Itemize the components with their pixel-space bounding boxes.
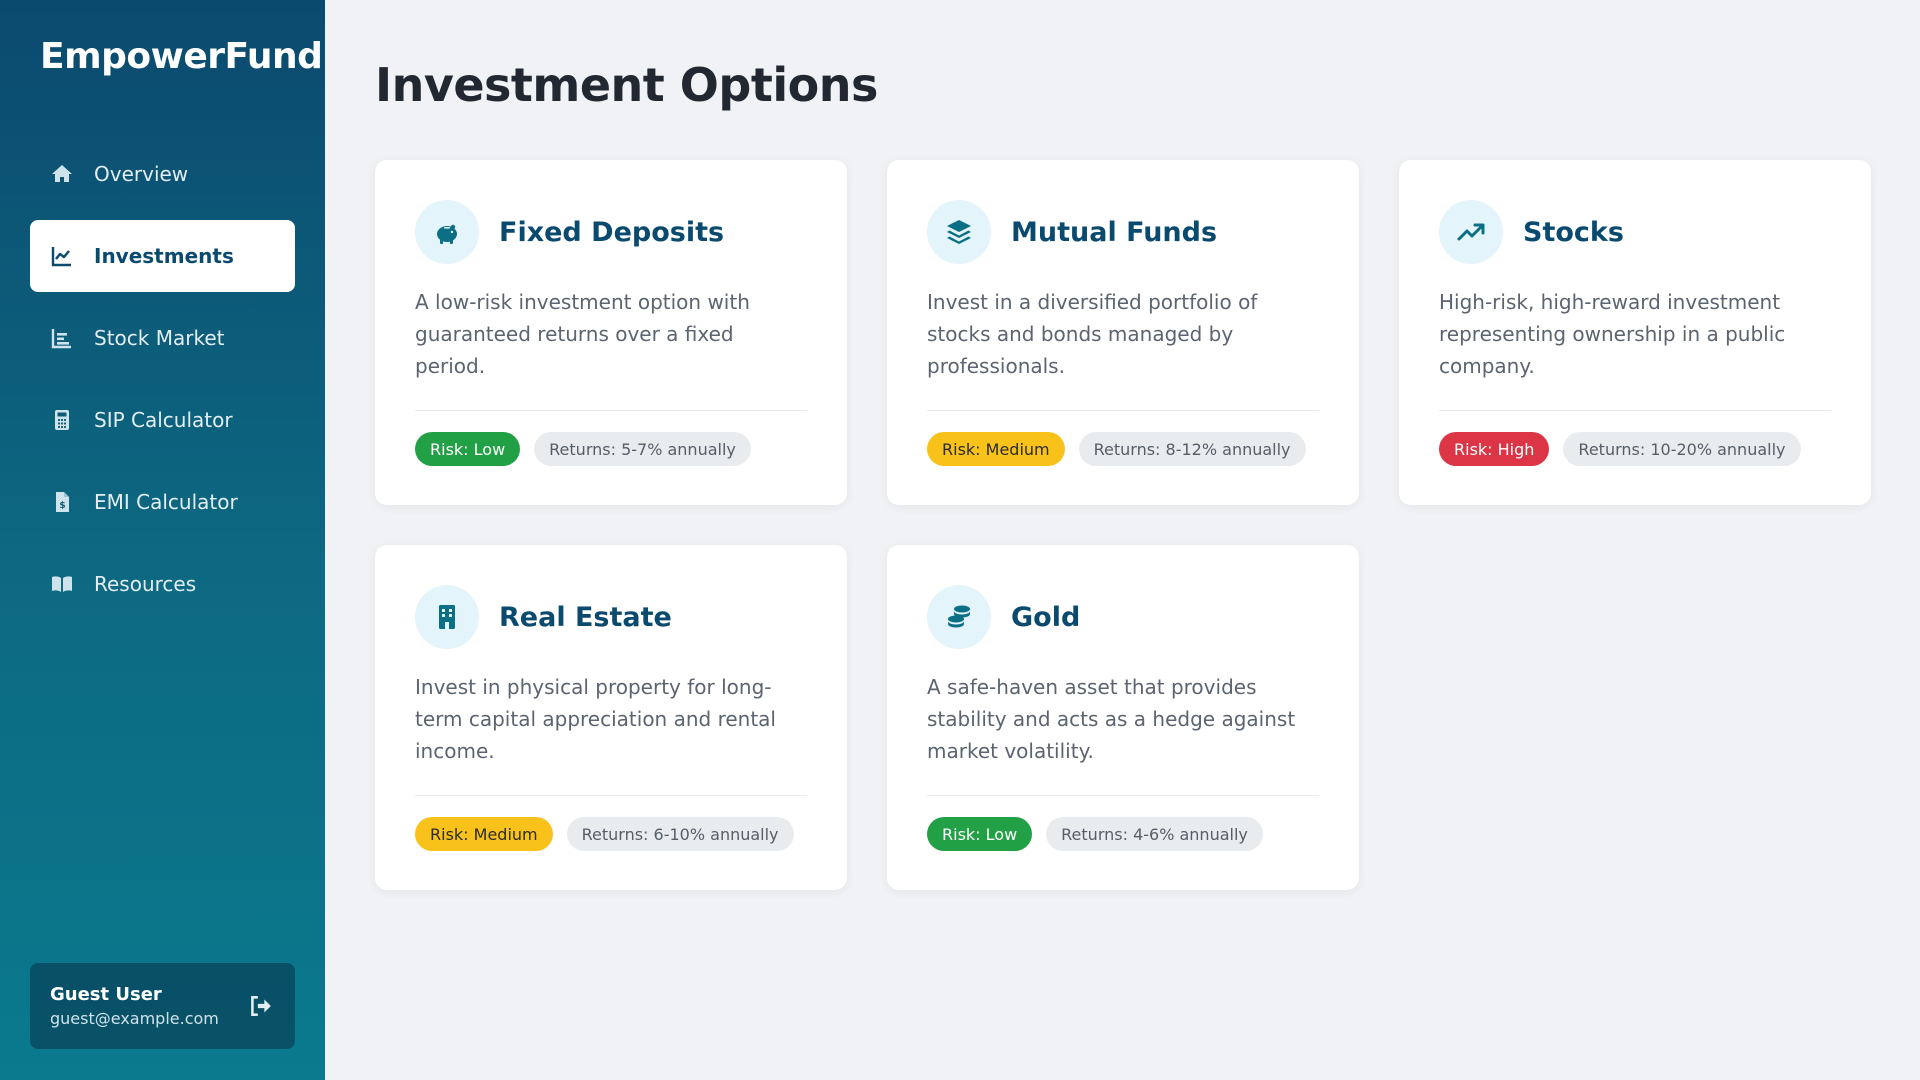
card-description: Invest in a diversified portfolio of sto…	[927, 290, 1258, 378]
app: EmpowerFund Overview Investments Stock M…	[0, 0, 1920, 1080]
returns-badge: Returns: 4-6% annually	[1046, 817, 1263, 851]
card-footer: Risk: Medium Returns: 8-12% annually	[927, 410, 1319, 466]
card-description: High-risk, high-reward investment repres…	[1439, 290, 1786, 378]
investment-card-real-estate[interactable]: Real Estate Invest in physical property …	[375, 545, 847, 890]
card-title: Real Estate	[499, 601, 672, 633]
sidebar-item-label: Stock Market	[94, 326, 225, 350]
brand-logo[interactable]: EmpowerFund	[40, 36, 323, 77]
investment-card-gold[interactable]: Gold A safe-haven asset that provides st…	[887, 545, 1359, 890]
user-profile: Guest User guest@example.com	[30, 963, 295, 1049]
coins-icon	[927, 585, 991, 649]
card-description: Invest in physical property for long-ter…	[415, 675, 776, 763]
sidebar-item-label: SIP Calculator	[94, 408, 233, 432]
sidebar-item-emi-calculator[interactable]: $ EMI Calculator	[30, 466, 295, 538]
book-icon	[48, 570, 76, 598]
layers-icon	[927, 200, 991, 264]
trending-up-icon	[1439, 200, 1503, 264]
investment-card-stocks[interactable]: Stocks High-risk, high-reward investment…	[1399, 160, 1871, 505]
user-info: Guest User guest@example.com	[50, 984, 219, 1028]
returns-badge: Returns: 6-10% annually	[566, 817, 794, 851]
logout-icon	[251, 996, 271, 1016]
sidebar-item-label: EMI Calculator	[94, 490, 238, 514]
card-description: A low-risk investment option with guaran…	[415, 290, 750, 378]
card-title: Gold	[1011, 601, 1081, 633]
risk-badge: Risk: Medium	[927, 432, 1065, 466]
page-title: Investment Options	[375, 58, 878, 112]
risk-badge: Risk: High	[1439, 432, 1550, 466]
sidebar: EmpowerFund Overview Investments Stock M…	[0, 0, 325, 1080]
card-footer: Risk: High Returns: 10-20% annually	[1439, 410, 1831, 466]
invoice-dollar-icon: $	[48, 488, 76, 516]
bar-chart-icon	[48, 324, 76, 352]
card-footer: Risk: Low Returns: 4-6% annually	[927, 795, 1319, 851]
card-title: Stocks	[1523, 216, 1624, 248]
sidebar-item-sip-calculator[interactable]: SIP Calculator	[30, 384, 295, 456]
risk-badge: Risk: Low	[927, 817, 1033, 851]
returns-badge: Returns: 8-12% annually	[1078, 432, 1306, 466]
returns-badge: Returns: 10-20% annually	[1563, 432, 1801, 466]
home-icon	[48, 160, 76, 188]
svg-text:$: $	[59, 501, 65, 511]
returns-badge: Returns: 5-7% annually	[534, 432, 751, 466]
investment-card-mutual-funds[interactable]: Mutual Funds Invest in a diversified por…	[887, 160, 1359, 505]
card-title: Fixed Deposits	[499, 216, 725, 248]
card-title: Mutual Funds	[1011, 216, 1218, 248]
risk-badge: Risk: Medium	[415, 817, 553, 851]
chart-line-icon	[48, 242, 76, 270]
sidebar-item-resources[interactable]: Resources	[30, 548, 295, 620]
piggy-bank-icon	[415, 200, 479, 264]
card-description: A safe-haven asset that provides stabili…	[927, 675, 1296, 763]
user-email: guest@example.com	[50, 1009, 219, 1028]
investment-grid: Fixed Deposits A low-risk investment opt…	[375, 160, 1871, 890]
logout-button[interactable]	[245, 991, 275, 1021]
card-footer: Risk: Low Returns: 5-7% annually	[415, 410, 807, 466]
sidebar-item-label: Investments	[94, 244, 234, 268]
calculator-icon	[48, 406, 76, 434]
card-footer: Risk: Medium Returns: 6-10% annually	[415, 795, 807, 851]
main-content: Investment Options Fixed Deposits A low-…	[325, 0, 1920, 1080]
sidebar-nav: Overview Investments Stock Market SIP Ca…	[30, 138, 295, 630]
sidebar-item-label: Resources	[94, 572, 197, 596]
sidebar-item-overview[interactable]: Overview	[30, 138, 295, 210]
building-icon	[415, 585, 479, 649]
sidebar-item-stock-market[interactable]: Stock Market	[30, 302, 295, 374]
risk-badge: Risk: Low	[415, 432, 521, 466]
investment-card-fixed-deposits[interactable]: Fixed Deposits A low-risk investment opt…	[375, 160, 847, 505]
user-name: Guest User	[50, 984, 162, 1005]
sidebar-item-label: Overview	[94, 162, 189, 186]
sidebar-item-investments[interactable]: Investments	[30, 220, 295, 292]
